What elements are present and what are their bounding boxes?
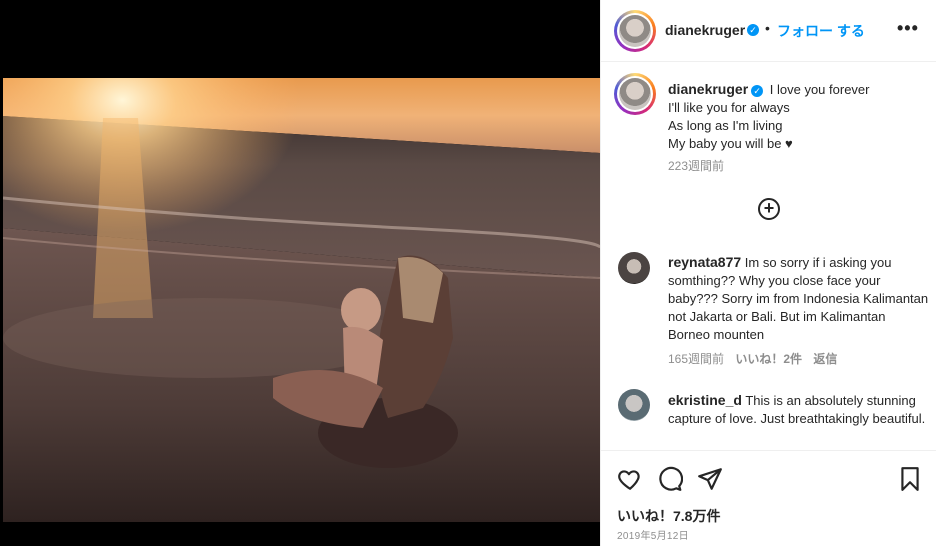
caption-line: As long as I'm living: [668, 118, 783, 133]
commenter-avatar[interactable]: [618, 389, 650, 421]
comment-timestamp[interactable]: 165週間前: [668, 352, 724, 366]
author-avatar[interactable]: [614, 10, 656, 52]
caption-text: dianekruger ✓ I love you forever I'll lik…: [668, 80, 928, 153]
comment-body: reynata877 Im so sorry if i asking you s…: [668, 253, 930, 344]
post-header: dianekruger ✓ • フォロー する •••: [601, 0, 936, 62]
post-media: [0, 0, 600, 546]
comment-body: ekristine_d This is an absolutely stunni…: [668, 391, 930, 428]
follow-button[interactable]: フォロー する: [777, 21, 865, 41]
bookmark-icon[interactable]: [897, 466, 923, 492]
more-options-icon[interactable]: •••: [897, 18, 919, 39]
post-side-panel: dianekruger ✓ • フォロー する ••• dianekruger ✓…: [600, 0, 936, 546]
load-more-comments-icon[interactable]: +: [758, 198, 780, 220]
commenter-username[interactable]: ekristine_d: [668, 392, 742, 408]
commenter-avatar[interactable]: [618, 252, 650, 284]
share-icon[interactable]: [697, 466, 723, 492]
caption-line: I'll like you for always: [668, 100, 790, 115]
separator-dot: •: [765, 20, 770, 36]
caption-avatar[interactable]: [614, 73, 656, 115]
like-count[interactable]: いいね！7.8万件: [617, 506, 720, 526]
comment-meta: 165週間前 いいね！2件 返信: [668, 350, 845, 367]
comment-likes[interactable]: いいね！2件: [735, 352, 802, 366]
caption-line: My baby you will be ♥: [668, 136, 793, 151]
comment-icon[interactable]: [657, 466, 683, 492]
author-username[interactable]: dianekruger: [665, 22, 745, 38]
post-photo[interactable]: [3, 78, 600, 522]
action-bar: いいね！7.8万件 2019年5月12日: [601, 450, 936, 546]
caption-timestamp[interactable]: 223週間前: [668, 157, 724, 174]
verified-badge-icon: ✓: [751, 84, 764, 97]
commenter-username[interactable]: reynata877: [668, 254, 741, 270]
reply-button[interactable]: 返信: [813, 352, 837, 366]
heart-icon[interactable]: [617, 466, 643, 492]
beach-sunset-photo: [3, 78, 600, 522]
verified-badge-icon: ✓: [747, 24, 759, 36]
caption-username[interactable]: dianekruger: [668, 81, 748, 97]
post-date: 2019年5月12日: [617, 531, 689, 542]
caption-line: I love you forever: [769, 82, 870, 97]
